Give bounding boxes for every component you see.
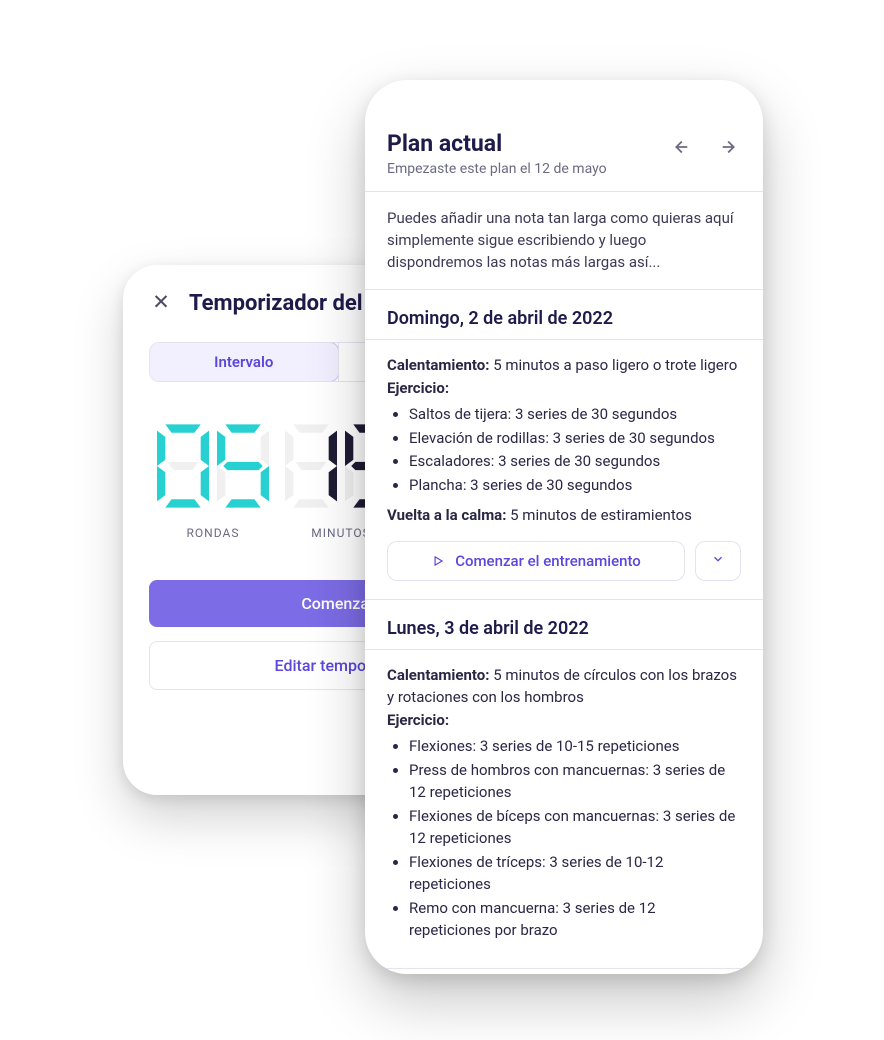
day-title: Domingo, 2 de abril de 2022 — [365, 290, 763, 340]
day-body: Calentamiento: 5 minutos de círculos con… — [365, 650, 763, 942]
list-item: Elevación de rodillas: 3 series de 30 se… — [409, 427, 741, 450]
page-title: Plan actual — [387, 130, 607, 157]
play-icon — [431, 554, 445, 568]
rounds-label: RONDAS — [187, 526, 240, 540]
timer-title: Temporizador del en — [189, 291, 392, 316]
list-item: Press de hombros con mancuernas: 3 serie… — [409, 759, 741, 804]
day-more-button[interactable] — [695, 541, 741, 581]
close-icon[interactable]: ✕ — [149, 293, 173, 314]
cooldown-label: Vuelta a la calma: — [387, 506, 506, 524]
workout-label: Ejercicio: — [387, 709, 741, 732]
plan-note[interactable]: Puedes añadir una nota tan larga como qu… — [365, 192, 763, 290]
start-workout-button[interactable]: Comenzar el entrenamiento — [387, 541, 685, 581]
start-workout-label: Comenzar el entrenamiento — [455, 552, 641, 570]
list-item: Plancha: 3 series de 30 segundos — [409, 474, 741, 497]
exercise-list: Saltos de tijera: 3 series de 30 segundo… — [387, 403, 741, 496]
cooldown-text: 5 minutos de estiramientos — [506, 506, 691, 524]
warmup-label: Calentamiento: — [387, 356, 489, 374]
day-block: Domingo, 2 de abril de 2022 Calentamient… — [365, 290, 763, 600]
arrow-left-icon[interactable] — [669, 136, 691, 158]
rounds-digits[interactable] — [157, 424, 269, 508]
workout-label: Ejercicio: — [387, 377, 741, 400]
list-item: Flexiones: 3 series de 10-15 repeticione… — [409, 735, 741, 758]
tab-bar: Inicio Plan Diario Novedades — [365, 968, 763, 974]
minutes-label: MINUTOS — [311, 526, 370, 540]
arrow-right-icon[interactable] — [719, 136, 741, 158]
warmup-label: Calentamiento: — [387, 666, 489, 684]
day-actions: Comenzar el entrenamiento — [365, 527, 763, 581]
list-item: Flexiones de bíceps con mancuernas: 3 se… — [409, 805, 741, 850]
day-title: Lunes, 3 de abril de 2022 — [365, 600, 763, 650]
tab-interval[interactable]: Intervalo — [149, 342, 339, 382]
plan-header: Plan actual Empezaste este plan el 12 de… — [365, 80, 763, 192]
day-body: Calentamiento: 5 minutos a paso ligero o… — [365, 340, 763, 527]
plan-card: Plan actual Empezaste este plan el 12 de… — [365, 80, 763, 974]
chevron-down-icon — [711, 551, 725, 570]
list-item: Flexiones de tríceps: 3 series de 10-12 … — [409, 851, 741, 896]
page-subtitle: Empezaste este plan el 12 de mayo — [387, 161, 607, 177]
warmup-text: 5 minutos a paso ligero o trote ligero — [489, 356, 737, 374]
list-item: Remo con mancuerna: 3 series de 12 repet… — [409, 897, 741, 942]
day-block: Lunes, 3 de abril de 2022 Calentamiento:… — [365, 600, 763, 968]
list-item: Saltos de tijera: 3 series de 30 segundo… — [409, 403, 741, 426]
list-item: Escaladores: 3 series de 30 segundos — [409, 450, 741, 473]
exercise-list: Flexiones: 3 series de 10-15 repeticione… — [387, 735, 741, 942]
rounds-group: RONDAS — [157, 424, 269, 540]
plan-nav — [669, 130, 741, 158]
